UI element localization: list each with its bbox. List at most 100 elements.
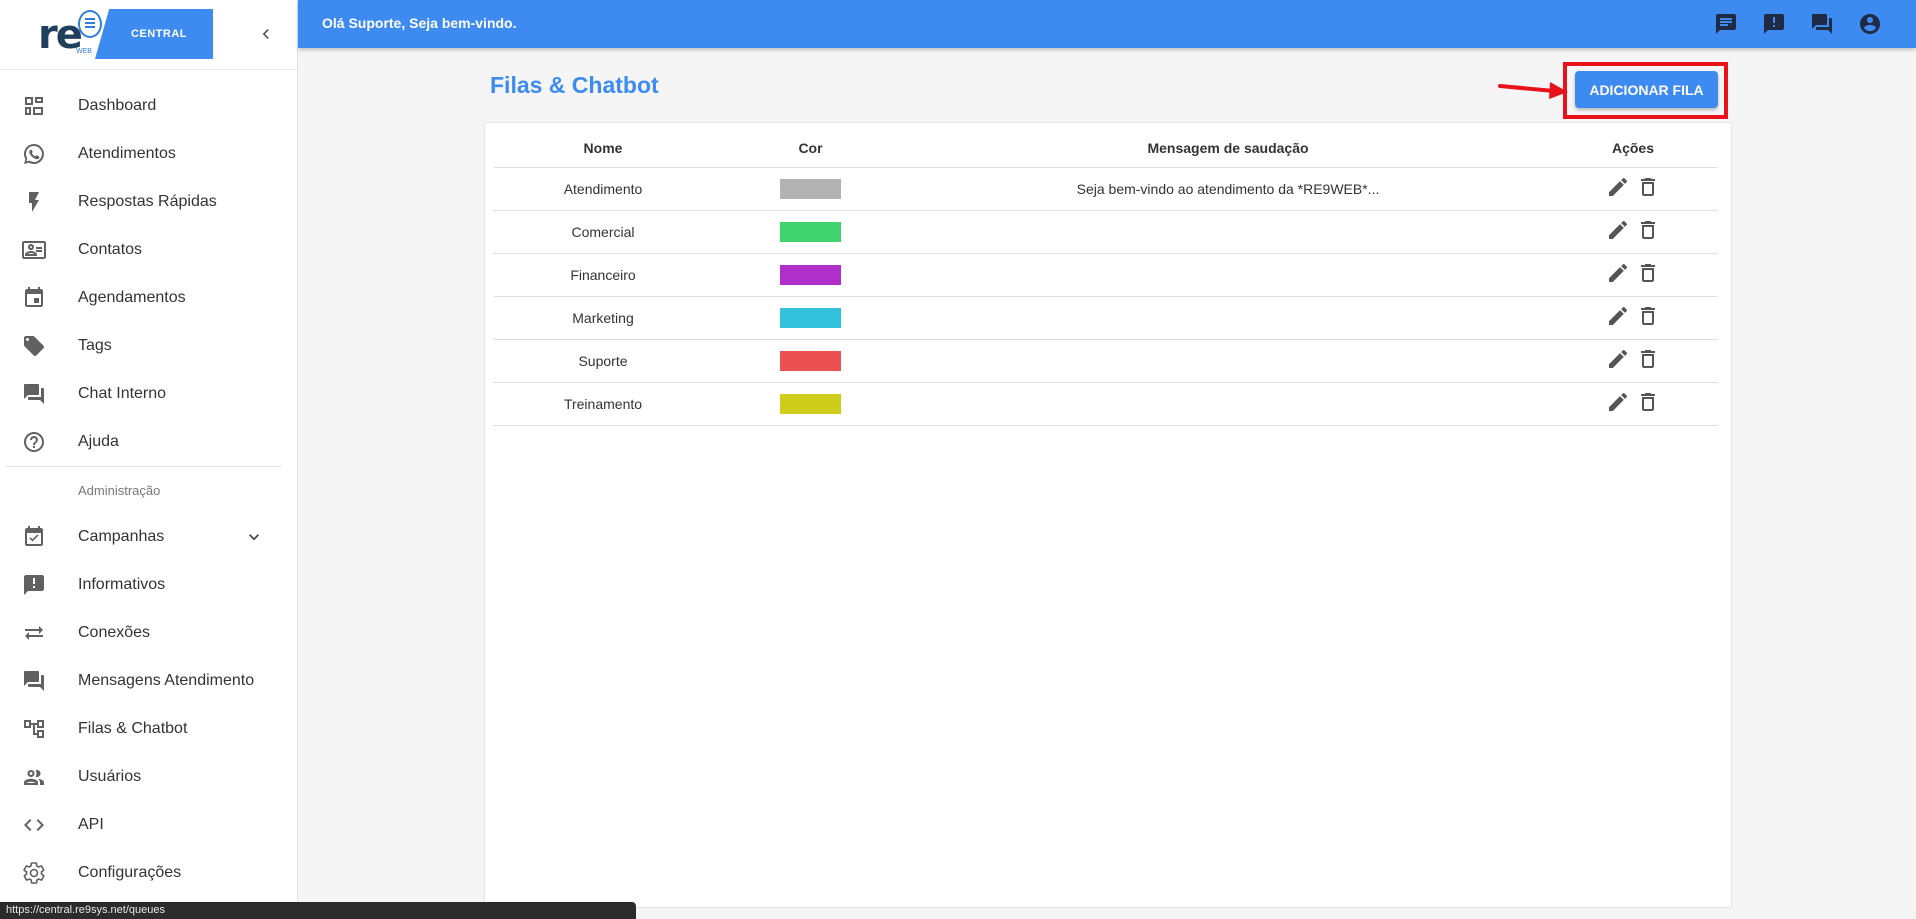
trash-icon[interactable] [1636,390,1660,414]
queue-name: Suporte [493,339,713,383]
account-circle-icon[interactable] [1858,12,1882,36]
admin-menu: Campanhas Informativos Conexões Mensagen… [0,513,297,897]
queues-table-card: Nome Cor Mensagem de saudação Ações Aten… [484,122,1732,908]
color-swatch [780,350,841,371]
sidebar-item-conexoes[interactable]: Conexões [0,609,297,657]
trash-icon[interactable] [1636,261,1660,285]
flash-icon [22,190,46,214]
top-bar: Olá Suporte, Seja bem-vindo. [298,0,1916,48]
color-swatch [780,264,841,285]
trash-icon[interactable] [1636,347,1660,371]
queue-greeting [908,339,1548,383]
hierarchy-icon [22,717,46,741]
queue-name: Marketing [493,296,713,340]
sidebar-item-label: Respostas Rápidas [78,193,217,210]
sidebar-item-ajuda[interactable]: Ajuda [0,418,297,466]
column-header-name: Nome [493,130,713,168]
edit-icon[interactable] [1606,261,1630,285]
table-row: Marketing [493,296,1718,340]
sidebar-item-api[interactable]: API [0,801,297,849]
code-icon [22,813,46,837]
table-row: Atendimento Seja bem-vindo ao atendiment… [493,167,1718,211]
color-swatch [780,221,841,242]
sidebar-item-tags[interactable]: Tags [0,322,297,370]
sidebar-item-campanhas[interactable]: Campanhas [0,513,297,561]
table-body: Atendimento Seja bem-vindo ao atendiment… [493,167,1718,426]
edit-icon[interactable] [1606,347,1630,371]
admin-section-header: Administração [78,482,161,498]
sidebar-item-mensagens-atendimento[interactable]: Mensagens Atendimento [0,657,297,705]
edit-icon[interactable] [1606,390,1630,414]
logo-badge: CENTRAL [95,9,213,59]
trash-icon[interactable] [1636,218,1660,242]
sidebar-item-usuarios[interactable]: Usuários [0,753,297,801]
sync-arrows-icon [22,621,46,645]
announcement-icon [22,573,46,597]
edit-icon[interactable] [1606,304,1630,328]
collapse-sidebar-button[interactable] [256,22,276,46]
queue-color-cell [713,296,908,340]
sidebar-item-label: Atendimentos [78,145,176,162]
sidebar-item-informativos[interactable]: Informativos [0,561,297,609]
queue-color-cell [713,339,908,383]
trash-icon[interactable] [1636,304,1660,328]
logo-pin-icon [78,10,102,38]
calendar-icon [22,286,46,310]
queue-greeting: Seja bem-vindo ao atendimento da *RE9WEB… [908,167,1548,211]
sidebar-item-label: Chat Interno [78,385,167,402]
edit-icon[interactable] [1606,218,1630,242]
queue-color-cell [713,253,908,297]
sidebar-item-filas-chatbot[interactable]: Filas & Chatbot [0,705,297,753]
queue-actions [1548,296,1718,340]
sidebar-item-configuracoes[interactable]: Configurações [0,849,297,897]
edit-icon[interactable] [1606,175,1630,199]
sidebar-item-label: Ajuda [78,433,119,450]
table-row: Suporte [493,339,1718,383]
add-queue-button[interactable]: ADICIONAR FILA [1575,71,1718,108]
queue-color-cell [713,382,908,426]
queue-greeting [908,382,1548,426]
browser-status-url: https://central.re9sys.net/queues [0,902,636,919]
main-menu: Dashboard Atendimentos Respostas Rápidas… [0,70,297,466]
sidebar-item-label: Informativos [78,576,166,593]
queue-greeting [908,296,1548,340]
page-title: Filas & Chatbot [490,72,659,98]
chevron-down-icon[interactable] [244,527,264,547]
queue-greeting [908,210,1548,254]
color-swatch [780,393,841,414]
queue-actions [1548,339,1718,383]
chat-bubble-icon[interactable] [1714,12,1738,36]
sidebar-item-chat-interno[interactable]: Chat Interno [0,370,297,418]
sidebar: re WEB CENTRAL Dashboard Atendimentos Re… [0,0,298,919]
queue-name: Comercial [493,210,713,254]
queue-actions [1548,167,1718,211]
sidebar-item-label: Tags [78,337,112,354]
sidebar-item-label: Configurações [78,864,182,881]
queue-color-cell [713,210,908,254]
tag-icon [22,334,46,358]
sidebar-item-label: API [78,816,104,833]
sidebar-item-label: Usuários [78,768,142,785]
greeting-text: Olá Suporte, Seja bem-vindo. [322,15,517,31]
contact-card-icon [22,238,46,262]
column-header-message: Mensagem de saudação [908,130,1548,168]
event-check-icon [22,525,46,549]
color-swatch [780,178,841,199]
sidebar-item-dashboard[interactable]: Dashboard [0,82,297,130]
forum-icon [22,669,46,693]
sidebar-item-atendimentos[interactable]: Atendimentos [0,130,297,178]
table-row: Financeiro [493,253,1718,297]
sidebar-item-contatos[interactable]: Contatos [0,226,297,274]
queue-name: Financeiro [493,253,713,297]
announcement-icon[interactable] [1762,12,1786,36]
column-header-actions: Ações [1548,130,1718,168]
logo-badge-text: CENTRAL [130,28,188,40]
help-icon [22,430,46,454]
sidebar-item-label: Agendamentos [78,289,186,306]
logo[interactable]: re WEB CENTRAL [0,0,297,70]
sidebar-item-agendamentos[interactable]: Agendamentos [0,274,297,322]
gear-icon [22,861,46,885]
forum-icon[interactable] [1810,12,1834,36]
sidebar-item-respostas-rapidas[interactable]: Respostas Rápidas [0,178,297,226]
trash-icon[interactable] [1636,175,1660,199]
